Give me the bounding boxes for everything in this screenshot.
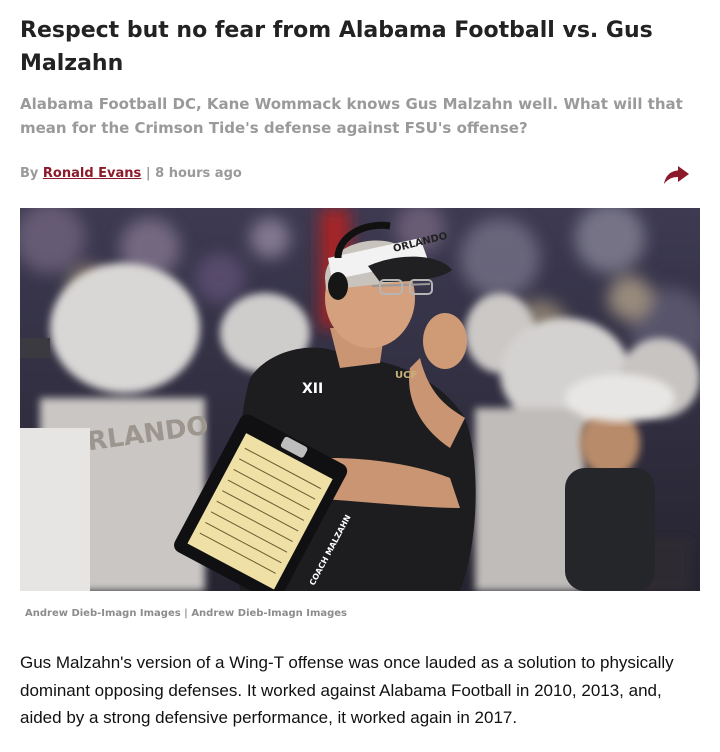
article-body: Gus Malzahn's version of a Wing-T offens… [20, 653, 674, 727]
photo-caption: Andrew Dieb-Imagn Images | Andrew Dieb-I… [25, 608, 348, 619]
byline: By Ronald Evans | 8 hours ago [20, 164, 242, 184]
shirt-logo: XII [302, 381, 323, 397]
coach-sideline-image: ORLANDO ORLANDO XII UCF COACH MALZAHN [20, 208, 700, 591]
byline-prefix: By [20, 166, 43, 181]
byline-separator: | [141, 166, 156, 181]
article-title: Respect but no fear from Alabama Footbal… [20, 18, 653, 76]
article-photo: ORLANDO ORLANDO XII UCF COACH MALZAHN [20, 208, 700, 591]
author-link[interactable]: Ronald Evans [43, 166, 141, 181]
share-arrow-icon [664, 166, 689, 184]
article-subtitle: Alabama Football DC, Kane Wommack knows … [20, 95, 683, 137]
shirt-badge: UCF [395, 370, 417, 381]
publish-time: 8 hours ago [155, 166, 242, 181]
article: Respect but no fear from Alabama Footbal… [0, 0, 720, 752]
share-button[interactable] [661, 160, 691, 190]
